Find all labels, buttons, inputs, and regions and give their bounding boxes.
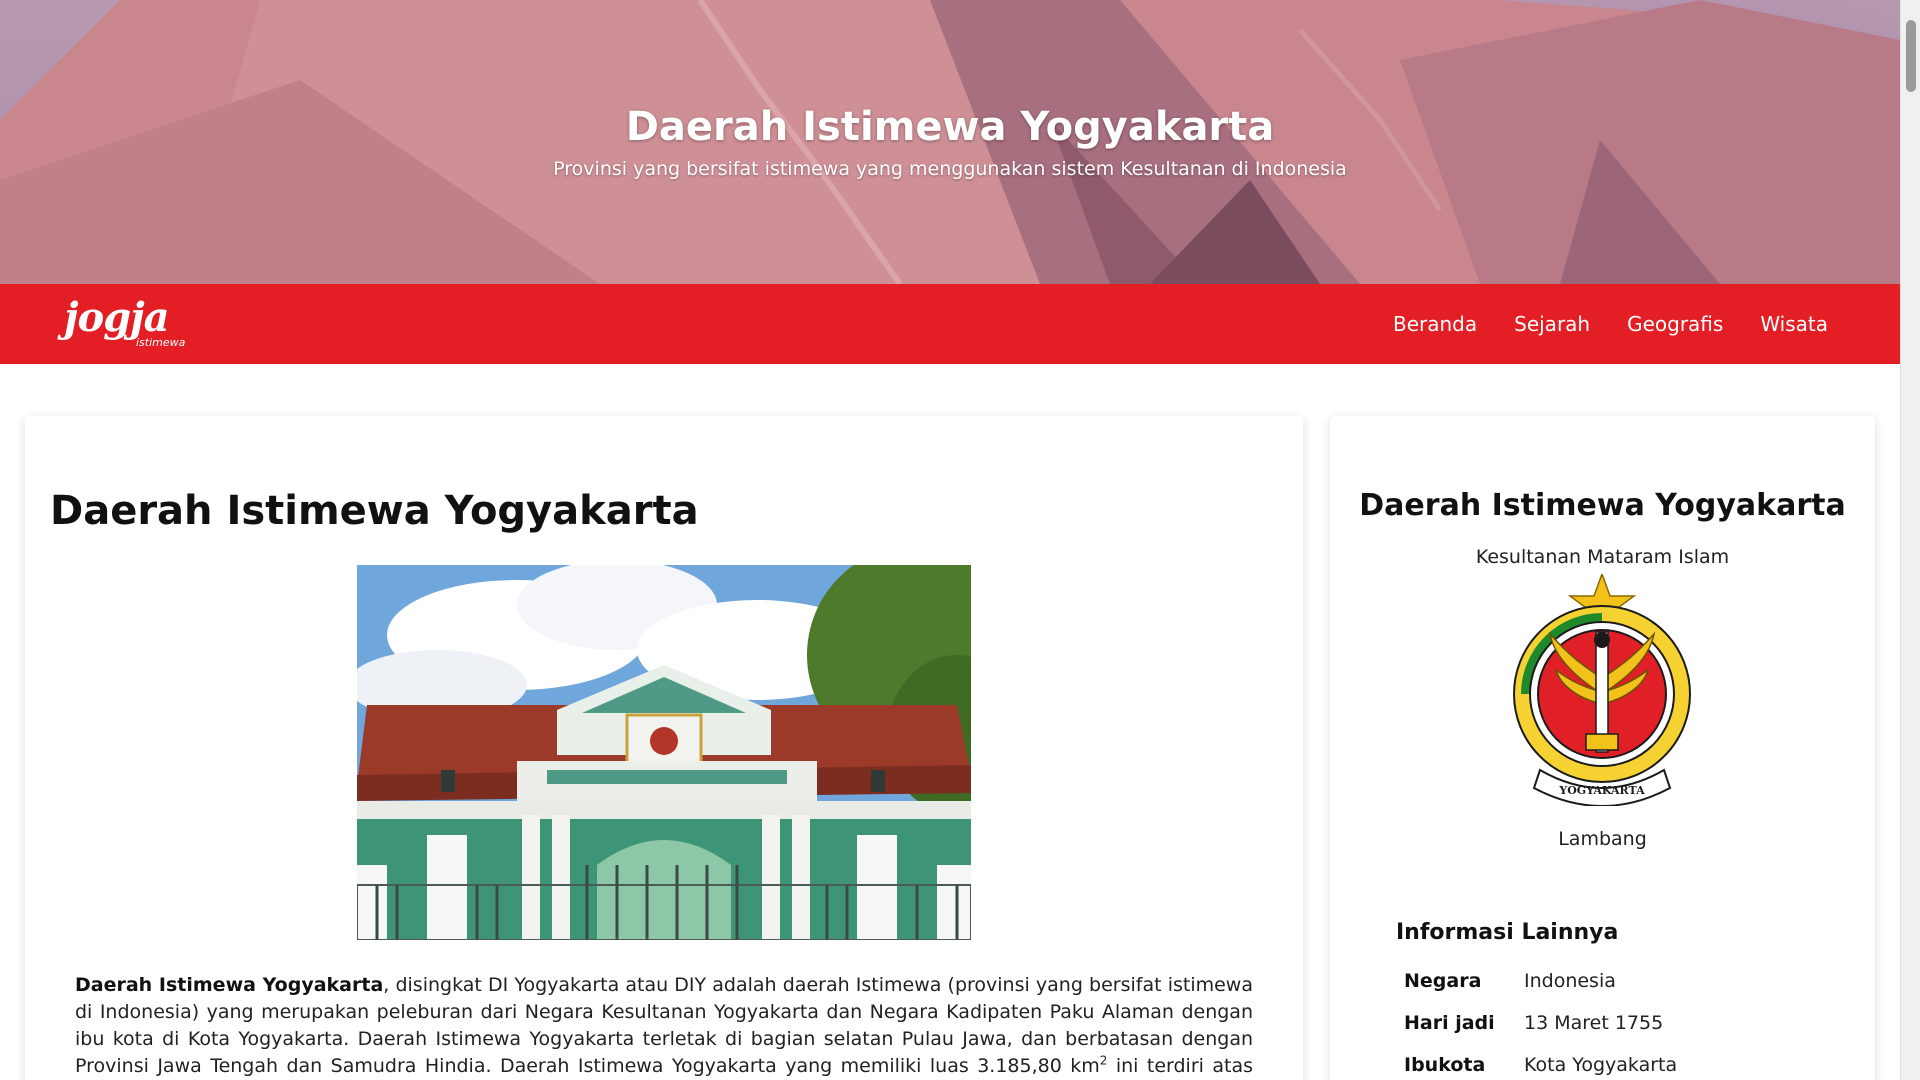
- info-value: 13 Maret 1755: [1524, 1012, 1664, 1034]
- info-table: Negara Indonesia Hari jadi 13 Maret 1755…: [1404, 960, 1824, 1080]
- infobox-title: Daerah Istimewa Yogyakarta: [1359, 488, 1846, 523]
- article-title: Daerah Istimewa Yogyakarta: [50, 488, 699, 534]
- logo-subtext: istimewa: [136, 336, 186, 349]
- info-value: Indonesia: [1524, 970, 1616, 992]
- scrollbar-thumb[interactable]: [1906, 20, 1916, 92]
- nav-links: Beranda Sejarah Geografis Wisata: [1393, 284, 1828, 364]
- page-scrollbar[interactable]: [1900, 0, 1920, 1080]
- keraton-image: [357, 565, 971, 940]
- emblem-caption: Lambang: [1558, 828, 1647, 850]
- hero-title: Daerah Istimewa Yogyakarta: [625, 104, 1275, 150]
- main-content-card: Daerah Istimewa Yogyakarta Daerah Istime…: [25, 416, 1303, 1080]
- navbar: jogja istimewa Beranda Sejarah Geografis…: [0, 284, 1900, 364]
- info-heading: Informasi Lainnya: [1396, 920, 1619, 945]
- nav-link-geografis[interactable]: Geografis: [1627, 312, 1723, 336]
- hero-banner: Daerah Istimewa Yogyakarta Provinsi yang…: [0, 0, 1900, 284]
- info-row-ibukota: Ibukota Kota Yogyakarta: [1404, 1044, 1824, 1080]
- yogyakarta-emblem-icon: YOGYAKARTA: [1510, 571, 1695, 807]
- info-key: Ibukota: [1404, 1054, 1486, 1076]
- infobox-card: Daerah Istimewa Yogyakarta Kesultanan Ma…: [1330, 416, 1875, 1080]
- nav-link-sejarah[interactable]: Sejarah: [1514, 312, 1590, 336]
- nav-link-wisata[interactable]: Wisata: [1760, 312, 1828, 336]
- infobox-subtitle: Kesultanan Mataram Islam: [1475, 546, 1730, 568]
- hero-subtitle: Provinsi yang bersifat istimewa yang men…: [553, 158, 1347, 180]
- emblem-ribbon-text: YOGYAKARTA: [1558, 784, 1645, 797]
- info-key: Negara: [1404, 970, 1482, 992]
- info-key: Hari jadi: [1404, 1012, 1495, 1034]
- nav-link-beranda[interactable]: Beranda: [1393, 312, 1477, 336]
- logo-text: jogja: [64, 294, 170, 341]
- jogja-istimewa-logo[interactable]: jogja istimewa: [62, 294, 202, 354]
- article-bold-lead: Daerah Istimewa Yogyakarta: [75, 974, 384, 996]
- info-row-negara: Negara Indonesia: [1404, 960, 1824, 1002]
- info-value: Kota Yogyakarta: [1524, 1054, 1678, 1076]
- article-paragraph: Daerah Istimewa Yogyakarta, disingkat DI…: [75, 972, 1253, 1080]
- info-row-hari-jadi: Hari jadi 13 Maret 1755: [1404, 1002, 1824, 1044]
